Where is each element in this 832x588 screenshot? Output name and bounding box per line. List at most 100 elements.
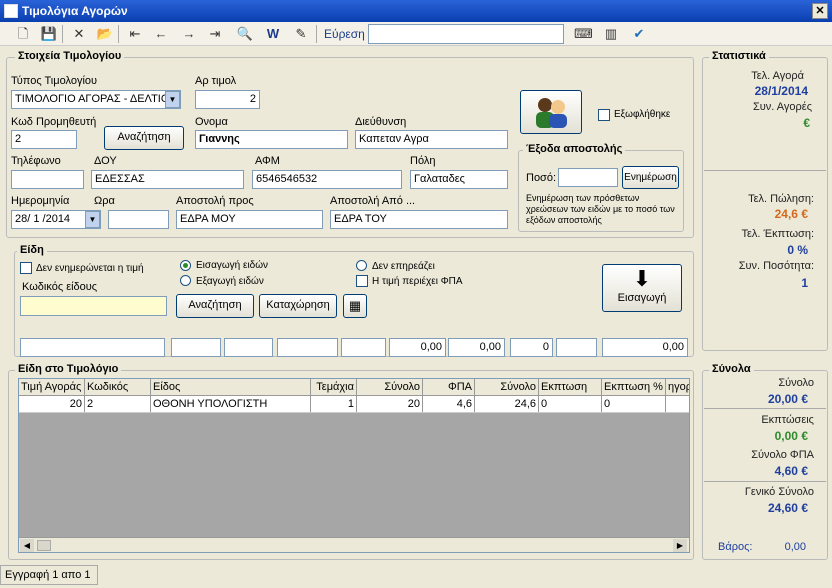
edit-icon[interactable]: ✎ (292, 25, 310, 43)
no-effect-radio[interactable] (356, 260, 367, 271)
total-quantity-value: 1 (801, 276, 808, 290)
last-record-icon[interactable]: ⇥ (206, 25, 224, 43)
item-code-field[interactable] (20, 296, 167, 316)
column-header[interactable]: Κωδικός (85, 379, 151, 395)
invoice-number-field[interactable]: 2 (195, 90, 260, 109)
no-update-price-label: Δεν ενημερώνεται η τιμή (36, 263, 144, 274)
import-items-radio[interactable] (180, 260, 191, 271)
export-items-radio[interactable] (180, 275, 191, 286)
word-icon[interactable]: W (264, 25, 282, 43)
binoculars-icon[interactable]: 🔍 (236, 25, 254, 43)
item-line-field[interactable]: 0 (510, 338, 553, 357)
ship-to-field[interactable]: ΕΔΡΑ ΜΟΥ (176, 210, 323, 229)
ship-from-label: Αποστολή Από ... (330, 195, 416, 207)
item-line-field[interactable] (224, 338, 273, 357)
ship-from-field[interactable]: ΕΔΡΑ ΤΟΥ (330, 210, 508, 229)
keyboard-icon[interactable]: ⌨ (574, 25, 593, 43)
new-icon[interactable]: 🗋 (14, 25, 32, 43)
open-folder-icon[interactable]: 📂 (96, 25, 114, 43)
column-header[interactable]: ηγορ (666, 379, 689, 395)
delete-icon[interactable]: ✕ (70, 25, 88, 43)
item-line-field[interactable] (20, 338, 165, 357)
table-cell: 20 (19, 396, 85, 412)
vat-total-label: Σύνολο ΦΠΑ (751, 449, 814, 461)
price-includes-vat-label: Η τιμή περιέχει ΦΠΑ (372, 276, 463, 287)
phone-field[interactable] (11, 170, 84, 189)
table-cell: 20 (357, 396, 423, 412)
city-field[interactable]: Γαλαταδες (410, 170, 508, 189)
ok-icon[interactable]: ✔ (630, 25, 648, 43)
supplier-code-field[interactable]: 2 (11, 130, 77, 149)
items-legend: Είδη (17, 244, 47, 256)
chevron-down-icon[interactable]: ▼ (85, 211, 100, 228)
time-label: Ωρα (94, 195, 115, 207)
shipping-amount-field[interactable] (558, 168, 618, 187)
afm-field[interactable]: 6546546532 (252, 170, 402, 189)
table-cell (666, 396, 689, 412)
item-line-field[interactable] (277, 338, 338, 357)
column-header[interactable]: ΦΠΑ (423, 379, 475, 395)
first-record-icon[interactable]: ⇤ (126, 25, 144, 43)
insert-button[interactable]: ⬇ Εισαγωγή (602, 264, 682, 312)
search-input[interactable] (368, 24, 564, 44)
doy-field[interactable]: ΕΔΕΣΣΑΣ (91, 170, 244, 189)
item-line-field[interactable]: 0,00 (448, 338, 505, 357)
item-line-field[interactable]: 0,00 (389, 338, 446, 357)
supplier-search-button[interactable]: Αναζήτηση (104, 126, 184, 150)
previous-record-icon[interactable]: ← (152, 25, 170, 43)
column-header[interactable]: Τεμάχια (311, 379, 357, 395)
toolbar-separator (118, 25, 119, 43)
totals-group: Σύνολα (702, 363, 828, 560)
price-includes-vat-checkbox[interactable] (356, 275, 368, 287)
column-header[interactable]: Εκπτωση (539, 379, 602, 395)
register-button[interactable]: Καταχώρηση (259, 294, 337, 318)
name-field[interactable]: Γιαννης (195, 130, 348, 149)
scroll-left-icon[interactable]: ◀ (20, 539, 34, 552)
next-record-icon[interactable]: → (180, 25, 198, 43)
afm-label: ΑΦΜ (255, 155, 280, 167)
scrollbar-thumb[interactable] (37, 540, 51, 551)
divider (704, 170, 826, 171)
item-search-button[interactable]: Αναζήτηση (176, 294, 254, 318)
address-field[interactable]: Καπεταν Αγρα (355, 130, 508, 149)
last-discount-value: 0 % (787, 243, 808, 257)
item-line-field[interactable] (556, 338, 597, 357)
column-header[interactable]: Τιμή Αγοράς (19, 379, 85, 395)
table-cell: 0 (539, 396, 602, 412)
barcode-icon[interactable]: ▥ (602, 25, 620, 43)
item-code-label: Κωδικός είδους (22, 281, 98, 293)
item-line-field[interactable]: 0,00 (602, 338, 688, 357)
app-icon (4, 4, 18, 18)
shipping-update-button[interactable]: Ενημέρωση (622, 166, 679, 189)
total-purchases-value: € (803, 116, 810, 130)
column-header[interactable]: Σύνολο (475, 379, 539, 395)
title-bar: Τιμολόγια Αγορών ✕ (0, 0, 832, 22)
time-field[interactable] (108, 210, 169, 229)
item-line-field[interactable] (171, 338, 221, 357)
invoice-type-select[interactable]: ΤΙΜΟΛΟΓΙΟ ΑΓΟΡΑΣ - ΔΕΛΤΙΟ (11, 90, 181, 109)
shipping-legend: Έξοδα αποστολής (523, 143, 626, 155)
invoice-items-table[interactable]: Τιμή Αγοράς Κωδικός Είδος Τεμάχια Σύνολο… (18, 378, 690, 553)
item-line-field[interactable] (341, 338, 386, 357)
scroll-right-icon[interactable]: ▶ (673, 539, 687, 552)
phone-label: Τηλέφωνο (11, 155, 61, 167)
column-header[interactable]: Εκπτωση % (602, 379, 666, 395)
table-row[interactable]: 20 2 ΟΘΟΝΗ ΥΠΟΛΟΓΙΣΤΗ 1 20 4,6 24,6 0 0 (19, 396, 689, 413)
calculator-icon[interactable]: ▦ (343, 294, 367, 318)
insert-button-label: Εισαγωγή (617, 292, 667, 304)
horizontal-scrollbar[interactable]: ◀ ▶ (19, 537, 689, 552)
chevron-down-icon[interactable]: ▼ (165, 91, 180, 108)
last-purchase-value: 28/1/2014 (754, 84, 808, 98)
close-button[interactable]: ✕ (812, 3, 828, 19)
window-title: Τιμολόγια Αγορών (22, 4, 128, 18)
save-icon[interactable]: 💾 (40, 25, 58, 43)
contacts-button[interactable] (520, 90, 582, 134)
paid-checkbox[interactable] (598, 109, 610, 121)
table-cell: 2 (85, 396, 151, 412)
sum-value: 20,00 € (767, 392, 808, 406)
no-update-price-checkbox[interactable] (20, 262, 32, 274)
record-status: Εγγραφή 1 απο 1 (0, 565, 98, 585)
column-header[interactable]: Είδος (151, 379, 311, 395)
column-header[interactable]: Σύνολο (357, 379, 423, 395)
search-label: Εύρεση (324, 27, 365, 41)
